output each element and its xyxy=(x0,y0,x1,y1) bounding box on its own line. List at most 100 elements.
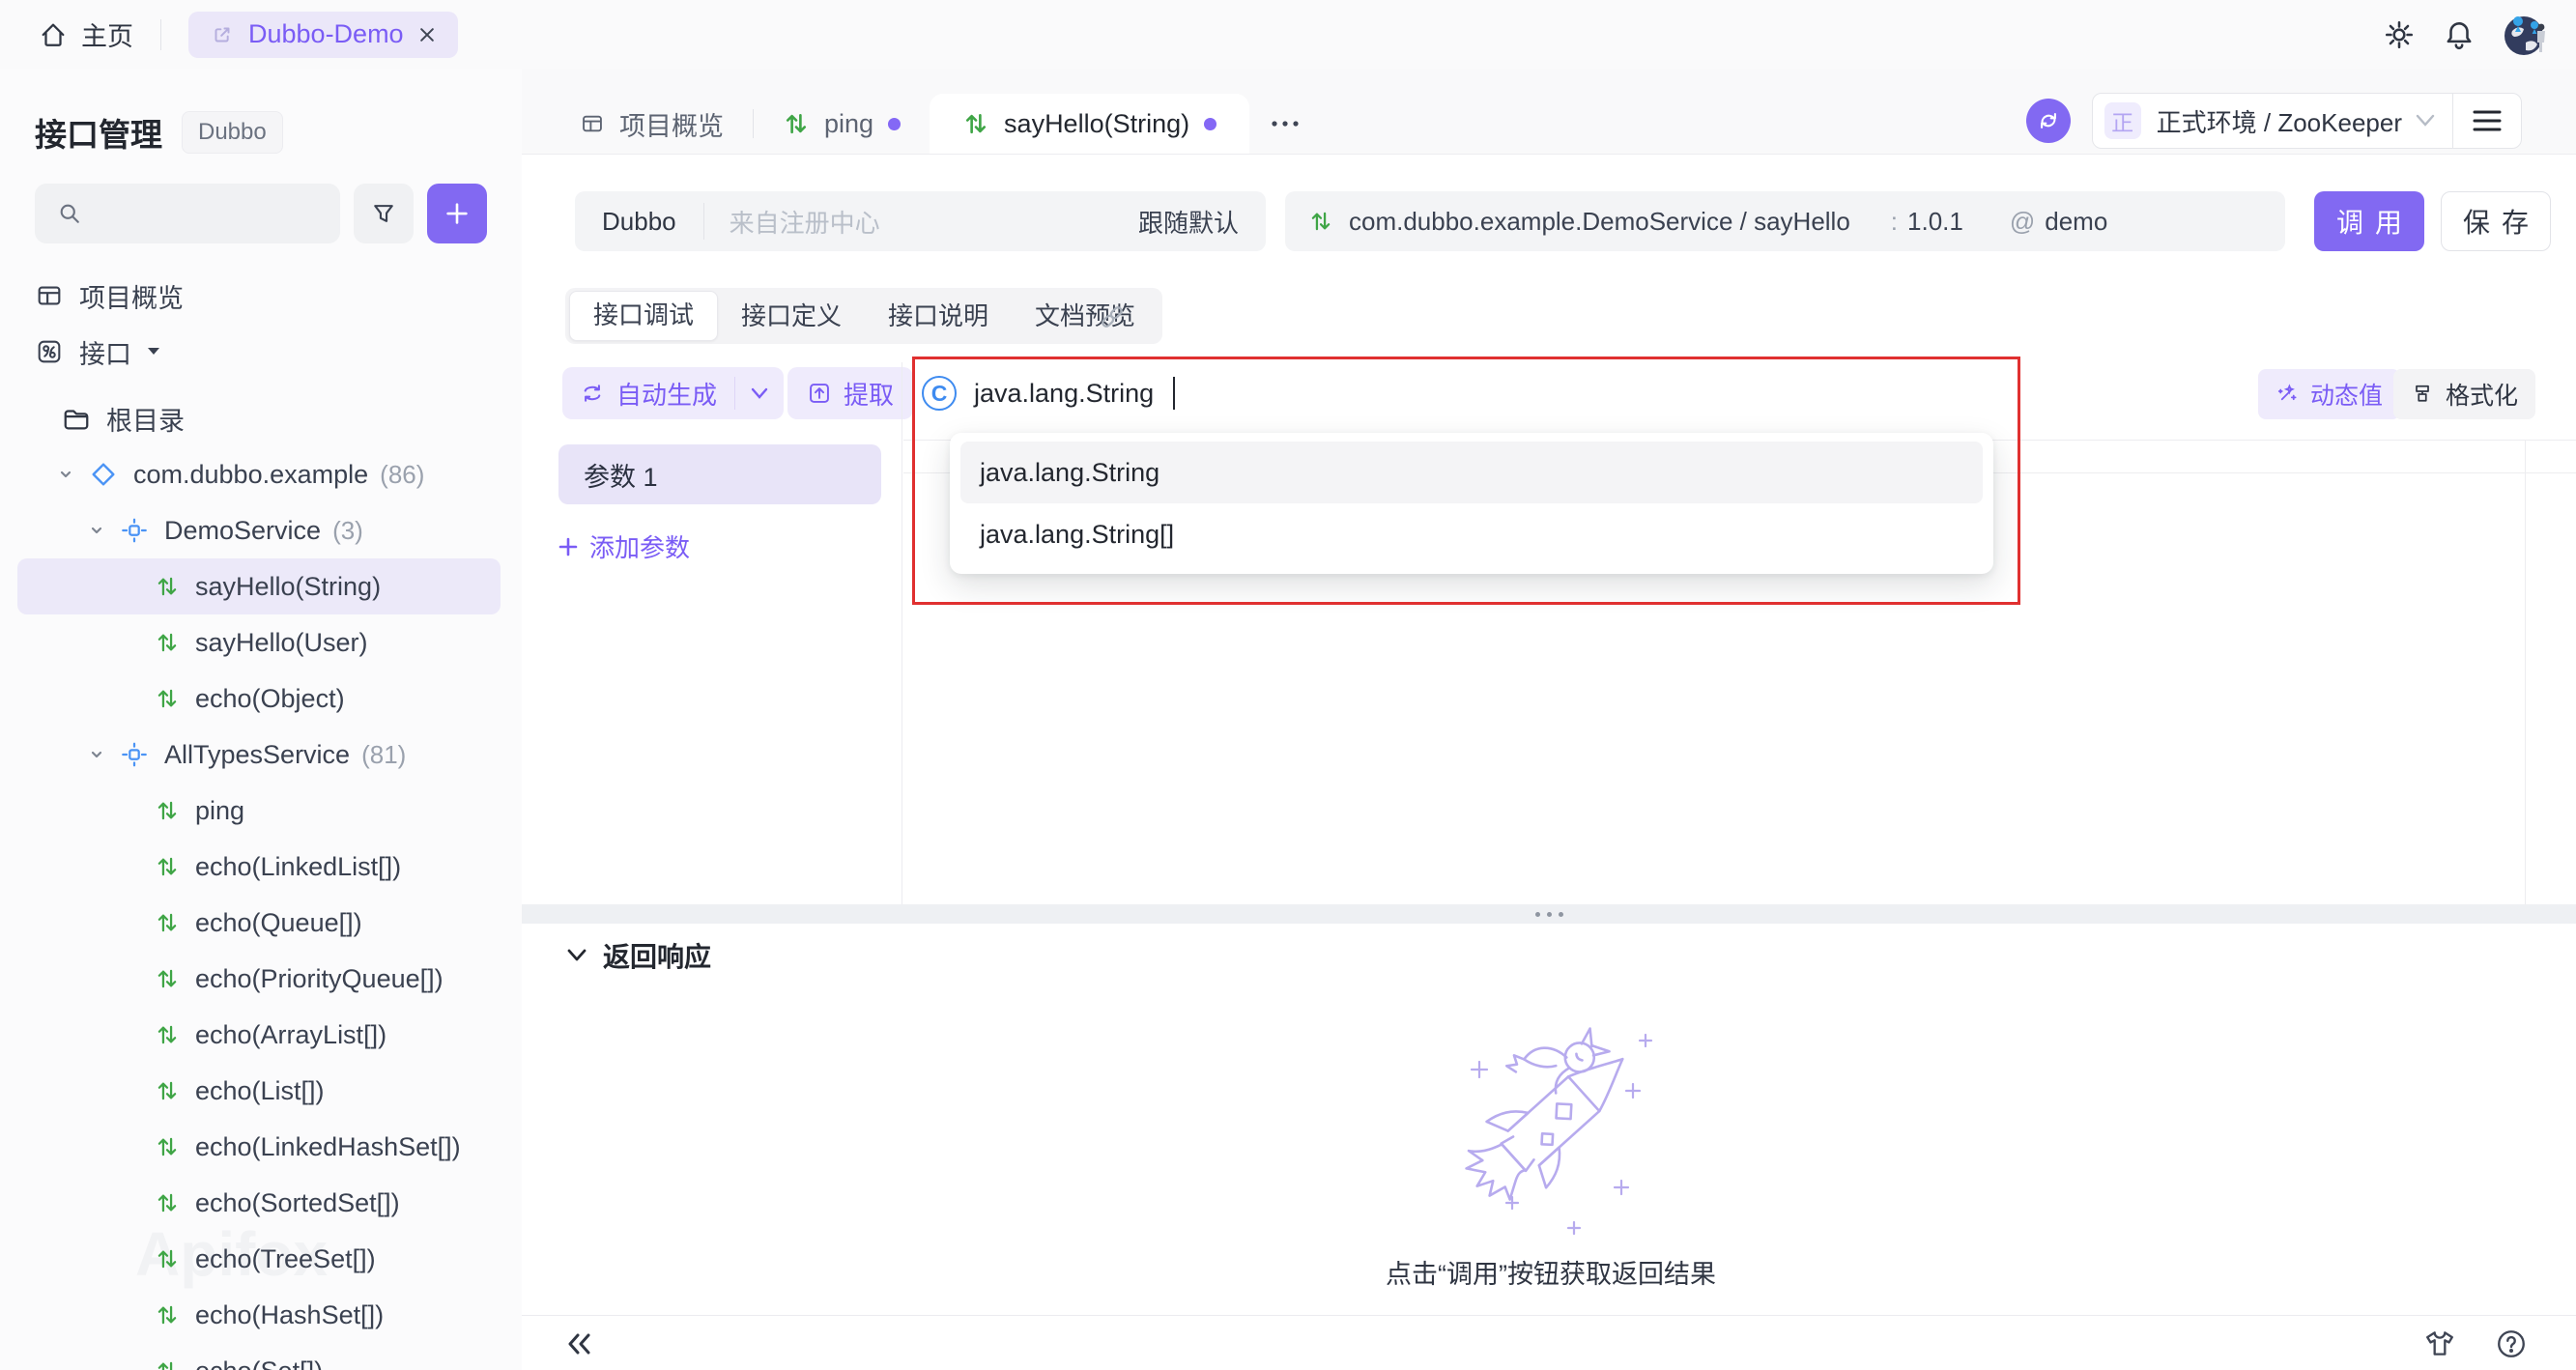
response-section-header[interactable]: 返回响应 xyxy=(566,936,711,975)
tree-item-label: sayHello(String) xyxy=(195,572,381,602)
dynamic-value-button[interactable]: 动态值 xyxy=(2258,369,2400,419)
tree-item-label: DemoService xyxy=(164,516,321,546)
tree-item-method[interactable]: echo(TreeSet[]) xyxy=(17,1231,501,1287)
external-link-icon xyxy=(210,22,235,47)
chevron-down-icon[interactable] xyxy=(735,387,784,399)
tree-item-method[interactable]: echo(LinkedList[]) xyxy=(17,839,501,895)
tree-item-method[interactable]: echo(ArrayList[]) xyxy=(17,1007,501,1063)
tab--[interactable]: 项目概览 xyxy=(551,94,753,154)
chevron-down-icon[interactable] xyxy=(87,745,106,764)
project-tab[interactable]: Dubbo-Demo xyxy=(188,12,458,58)
add-param-button[interactable]: 添加参数 xyxy=(558,528,690,564)
service-group: @demo xyxy=(2010,207,2107,237)
protocol-badge: Dubbo xyxy=(182,111,283,154)
bottom-bar xyxy=(522,1315,2576,1370)
protocol-bar: Dubbo 来自注册中心 跟随默认 xyxy=(575,191,1266,251)
editor-scrollbar-gutter[interactable] xyxy=(2525,440,2526,908)
sync-button[interactable] xyxy=(2026,99,2071,143)
home-icon xyxy=(39,20,68,49)
home-button[interactable]: 主页 xyxy=(39,15,133,53)
close-icon[interactable] xyxy=(417,25,437,44)
tree-item-method[interactable]: echo(HashSet[]) xyxy=(17,1287,501,1343)
tree-item-service[interactable]: AllTypesService(81) xyxy=(17,727,501,783)
updown-arrows-icon xyxy=(155,966,180,991)
page-title: 接口管理 xyxy=(35,109,162,156)
auto-generate-button[interactable]: 自动生成 xyxy=(562,367,784,419)
tshirt-icon[interactable] xyxy=(2423,1327,2456,1360)
pane-resize-handle[interactable] xyxy=(522,904,2576,924)
tree-item-method[interactable]: echo(Set[]) xyxy=(17,1343,501,1370)
tree-item-method[interactable]: echo(Object) xyxy=(17,671,501,727)
more-tabs-button[interactable] xyxy=(1249,94,1321,154)
service-node-icon xyxy=(120,516,149,545)
param-tab[interactable]: 参数 1 xyxy=(558,444,881,504)
tree-item-label: echo(LinkedHashSet[]) xyxy=(195,1132,461,1162)
caret-down-icon[interactable] xyxy=(147,347,160,357)
param-value-input[interactable]: C java.lang.String xyxy=(922,376,1175,411)
updown-arrows-icon xyxy=(155,854,180,879)
doc-tab-2[interactable]: 接口说明 xyxy=(865,292,1012,340)
tree-item-folder[interactable]: 根目录 xyxy=(17,390,501,446)
format-button[interactable]: 格式化 xyxy=(2393,369,2535,419)
hamburger-menu-button[interactable] xyxy=(2453,109,2521,132)
extract-button[interactable]: 提取 xyxy=(787,367,913,419)
service-node-icon xyxy=(120,740,149,769)
tree-item-label: echo(HashSet[]) xyxy=(195,1300,384,1330)
tree-item-method[interactable]: sayHello(User) xyxy=(17,614,501,671)
tree-item-method[interactable]: echo(Queue[]) xyxy=(17,895,501,951)
link-icon[interactable] xyxy=(1098,302,1127,331)
doc-tab-1[interactable]: 接口定义 xyxy=(718,292,865,340)
tree-item-package[interactable]: com.dubbo.example(86) xyxy=(17,446,501,502)
protocol-divider xyxy=(703,203,704,240)
help-icon[interactable] xyxy=(2495,1327,2528,1360)
chevron-down-icon xyxy=(566,948,587,963)
env-label: 正式环境 / ZooKeeper xyxy=(2157,103,2402,139)
dropdown-option[interactable]: java.lang.String xyxy=(960,442,1983,503)
sidebar-item-overview[interactable]: 项目概览 xyxy=(0,268,522,324)
tab-ping[interactable]: ping xyxy=(754,94,930,154)
overview-grid-icon xyxy=(580,111,605,136)
updown-arrows-icon xyxy=(155,1302,180,1327)
tree-item-method[interactable]: echo(SortedSet[]) xyxy=(17,1175,501,1231)
environment-selector[interactable]: 正 正式环境 / ZooKeeper xyxy=(2092,93,2522,149)
tree-item-label: sayHello(User) xyxy=(195,628,368,658)
tab-label: ping xyxy=(824,109,873,139)
tree-item-service[interactable]: DemoService(3) xyxy=(17,502,501,558)
bell-icon[interactable] xyxy=(2443,18,2476,51)
sidebar-search-row xyxy=(35,184,487,243)
collapse-double-chevron-icon[interactable] xyxy=(564,1329,595,1358)
chevron-down-icon[interactable] xyxy=(87,521,106,540)
invoke-button[interactable]: 调用 xyxy=(2314,191,2424,251)
chevron-down-icon[interactable] xyxy=(56,465,75,484)
save-button[interactable]: 保存 xyxy=(2441,191,2551,251)
doc-tab-0[interactable]: 接口调试 xyxy=(569,291,718,341)
text-cursor xyxy=(1173,377,1175,410)
updown-arrows-icon xyxy=(155,1246,180,1271)
tree-item-label: echo(LinkedList[]) xyxy=(195,852,401,882)
tree-item-label: echo(PriorityQueue[]) xyxy=(195,964,444,994)
search-input[interactable] xyxy=(35,184,340,243)
tree-item-label: echo(TreeSet[]) xyxy=(195,1244,376,1274)
gear-icon[interactable] xyxy=(2383,18,2416,51)
tree-item-method[interactable]: echo(LinkedHashSet[]) xyxy=(17,1119,501,1175)
tree-item-method[interactable]: sayHello(String) xyxy=(17,558,501,614)
registry-mode-select[interactable]: 跟随默认 xyxy=(1138,204,1239,240)
tab-sayhello-string-[interactable]: sayHello(String) xyxy=(930,94,1249,154)
tree-item-method[interactable]: ping xyxy=(17,783,501,839)
class-c-icon: C xyxy=(922,376,957,411)
avatar[interactable] xyxy=(2503,12,2549,58)
tree-item-method[interactable]: echo(List[]) xyxy=(17,1063,501,1119)
filter-button[interactable] xyxy=(354,184,414,243)
doc-tab-3[interactable]: 文档预览 xyxy=(1012,292,1159,340)
add-button[interactable] xyxy=(427,184,487,243)
updown-arrows-icon xyxy=(1308,209,1333,234)
rocket-fox-illustration xyxy=(1425,998,1676,1249)
service-path-bar[interactable]: com.dubbo.example.DemoService / sayHello… xyxy=(1285,191,2285,251)
tree-item-label: echo(Queue[]) xyxy=(195,908,362,938)
dropdown-option[interactable]: java.lang.String[] xyxy=(960,503,1983,565)
tree-item-method[interactable]: echo(PriorityQueue[]) xyxy=(17,951,501,1007)
registry-input[interactable]: 来自注册中心 xyxy=(730,204,1138,240)
package-diamond-icon xyxy=(89,460,118,489)
protocol-select[interactable]: Dubbo xyxy=(575,207,703,237)
sidebar-item-api[interactable]: 接口 xyxy=(0,324,522,380)
